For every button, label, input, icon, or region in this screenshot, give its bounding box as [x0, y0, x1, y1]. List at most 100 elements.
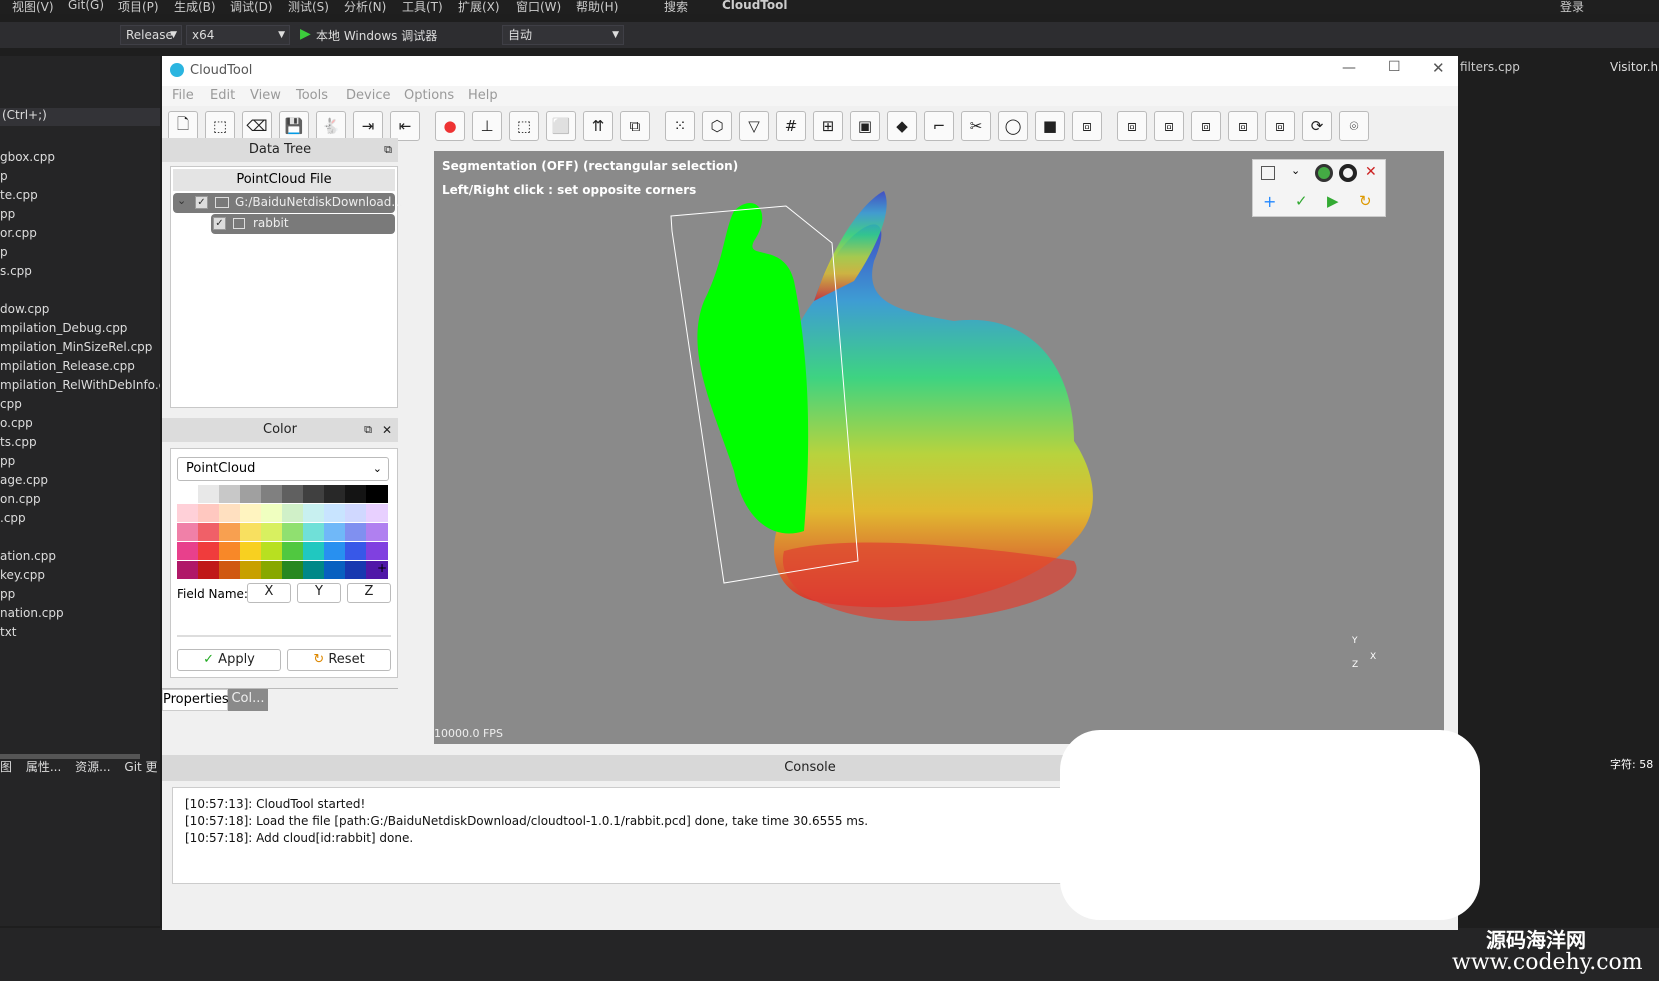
file-item[interactable]: ts.cpp — [0, 435, 37, 449]
file-item[interactable]: s.cpp — [0, 264, 32, 278]
view-bottom-icon[interactable]: ⧈ — [1265, 111, 1295, 141]
new-file-icon[interactable]: 🗋 — [168, 111, 198, 141]
tree-item-path[interactable]: ⌄ ✓ G:/BaiduNetdiskDownload... — [173, 193, 403, 213]
color-swatch[interactable] — [177, 504, 199, 522]
vs-menu-project[interactable]: 项目(P) — [118, 0, 159, 14]
vs-menu-help[interactable]: 帮助(H) — [576, 0, 618, 14]
color-swatch[interactable] — [177, 542, 199, 560]
file-item[interactable]: ation.cpp — [0, 549, 56, 563]
vs-menu-tools[interactable]: 工具(T) — [402, 0, 443, 14]
apply-button[interactable]: ✓ Apply — [177, 649, 281, 671]
vs-menu-window[interactable]: 窗口(W) — [516, 0, 561, 14]
copy-icon[interactable]: ⧉ — [620, 111, 650, 141]
color-swatch[interactable] — [366, 542, 388, 560]
reset-button[interactable]: ↻ Reset — [287, 649, 391, 671]
color-swatch[interactable] — [324, 523, 346, 541]
file-item[interactable]: gbox.cpp — [0, 150, 55, 164]
color-swatch[interactable] — [303, 542, 325, 560]
add-icon[interactable]: + — [1263, 192, 1276, 211]
circle-icon[interactable]: ◯ — [998, 111, 1028, 141]
field-y-button[interactable]: Y — [297, 583, 341, 603]
close-icon[interactable]: ✕ — [382, 418, 392, 442]
maximize-icon[interactable]: ☐ — [1388, 59, 1401, 75]
color-swatch[interactable] — [366, 504, 388, 522]
vs-login[interactable]: 登录 — [1560, 0, 1584, 14]
color-swatch[interactable] — [303, 523, 325, 541]
tab-resources[interactable]: 资源... — [75, 760, 110, 774]
play-icon[interactable]: ▶ — [300, 26, 311, 42]
color-wheel-icon[interactable]: ● — [435, 111, 465, 141]
menu-device[interactable]: Device — [346, 88, 390, 103]
arrows-up-icon[interactable]: ⇈ — [583, 111, 613, 141]
vs-menu-analyze[interactable]: 分析(N) — [344, 0, 386, 14]
color-swatch[interactable] — [261, 542, 283, 560]
debugger-select[interactable]: 本地 Windows 调试器 — [316, 27, 437, 44]
import-icon[interactable]: ⇥ — [353, 111, 383, 141]
tab-color[interactable]: Col... — [228, 689, 268, 711]
file-item[interactable]: p — [0, 169, 8, 183]
vs-menu-view[interactable]: 视图(V) — [12, 0, 54, 14]
chevron-down-icon[interactable]: ⌄ — [177, 194, 186, 207]
clear-icon[interactable]: ⌫ — [242, 111, 272, 141]
point-cloud-viewer[interactable]: Segmentation (OFF) (rectangular selectio… — [434, 151, 1444, 744]
file-item[interactable]: txt — [0, 625, 17, 639]
color-swatch[interactable] — [324, 542, 346, 560]
mode-select[interactable]: 自动 ▼ — [502, 25, 624, 45]
grid-small-icon[interactable]: ⊞ — [813, 111, 843, 141]
cube-outline-icon[interactable]: ⬜ — [546, 111, 576, 141]
vs-menu-build[interactable]: 生成(B) — [174, 0, 216, 14]
image-icon[interactable]: ▣ — [850, 111, 880, 141]
scissors-icon[interactable]: ✂ — [961, 111, 991, 141]
color-swatch[interactable] — [282, 561, 304, 579]
color-swatch[interactable] — [303, 561, 325, 579]
corner-icon[interactable]: ⌐ — [924, 111, 954, 141]
tab-filters[interactable]: filters.cpp — [1460, 60, 1520, 74]
axis-icon[interactable]: ⊥ — [472, 111, 502, 141]
vs-menu-test[interactable]: 测试(S) — [288, 0, 329, 14]
tree-item-rabbit[interactable]: ✓ rabbit — [211, 214, 395, 234]
save-icon[interactable]: 💾 — [279, 111, 309, 141]
file-item[interactable]: dow.cpp — [0, 302, 49, 316]
color-swatch[interactable] — [303, 485, 325, 503]
color-swatch[interactable] — [177, 561, 199, 579]
vs-menu-extensions[interactable]: 扩展(X) — [458, 0, 500, 14]
field-x-button[interactable]: X — [247, 583, 291, 603]
tab-visitor[interactable]: Visitor.h — [1610, 60, 1658, 74]
cloud-select[interactable]: PointCloud ⌄ — [177, 457, 389, 481]
file-item[interactable]: or.cpp — [0, 226, 37, 240]
solid-cube-icon[interactable]: ◆ — [887, 111, 917, 141]
color-swatch[interactable] — [219, 504, 241, 522]
color-swatch[interactable] — [282, 485, 304, 503]
color-swatch[interactable] — [282, 504, 304, 522]
file-item[interactable]: nation.cpp — [0, 606, 64, 620]
file-item[interactable]: mpilation_MinSizeRel.cpp — [0, 340, 152, 354]
color-swatch[interactable] — [324, 561, 346, 579]
file-item[interactable]: pp — [0, 207, 15, 221]
points-icon[interactable]: ⁙ — [665, 111, 695, 141]
color-swatch[interactable] — [240, 523, 262, 541]
color-swatch[interactable] — [303, 504, 325, 522]
field-z-button[interactable]: Z — [347, 583, 391, 603]
chevron-down-icon[interactable]: ⌄ — [1291, 164, 1300, 177]
color-swatch[interactable] — [240, 542, 262, 560]
config-select[interactable]: Release ▼ — [120, 25, 182, 45]
file-item[interactable]: key.cpp — [0, 568, 45, 582]
color-swatch[interactable] — [240, 485, 262, 503]
color-swatch[interactable] — [240, 561, 262, 579]
color-swatch[interactable] — [198, 504, 220, 522]
color-swatch[interactable] — [261, 485, 283, 503]
view-back-icon[interactable]: ⧈ — [1117, 111, 1147, 141]
menu-edit[interactable]: Edit — [210, 88, 235, 103]
float-icon[interactable]: ⧉ — [384, 138, 392, 162]
view-right-icon[interactable]: ⧈ — [1191, 111, 1221, 141]
file-item[interactable]: pp — [0, 454, 15, 468]
checkbox[interactable]: ✓ — [213, 217, 226, 230]
file-item[interactable]: cpp — [0, 397, 22, 411]
black-square-icon[interactable]: ■ — [1035, 111, 1065, 141]
vs-menu-debug[interactable]: 调试(D) — [230, 0, 273, 14]
rabbit-icon[interactable]: 🐇 — [316, 111, 346, 141]
color-swatch[interactable] — [345, 485, 367, 503]
rectangle-icon[interactable] — [1261, 166, 1275, 180]
view-front-icon[interactable]: ⧈ — [1072, 111, 1102, 141]
rotate-icon[interactable]: ⟳ — [1302, 111, 1332, 141]
